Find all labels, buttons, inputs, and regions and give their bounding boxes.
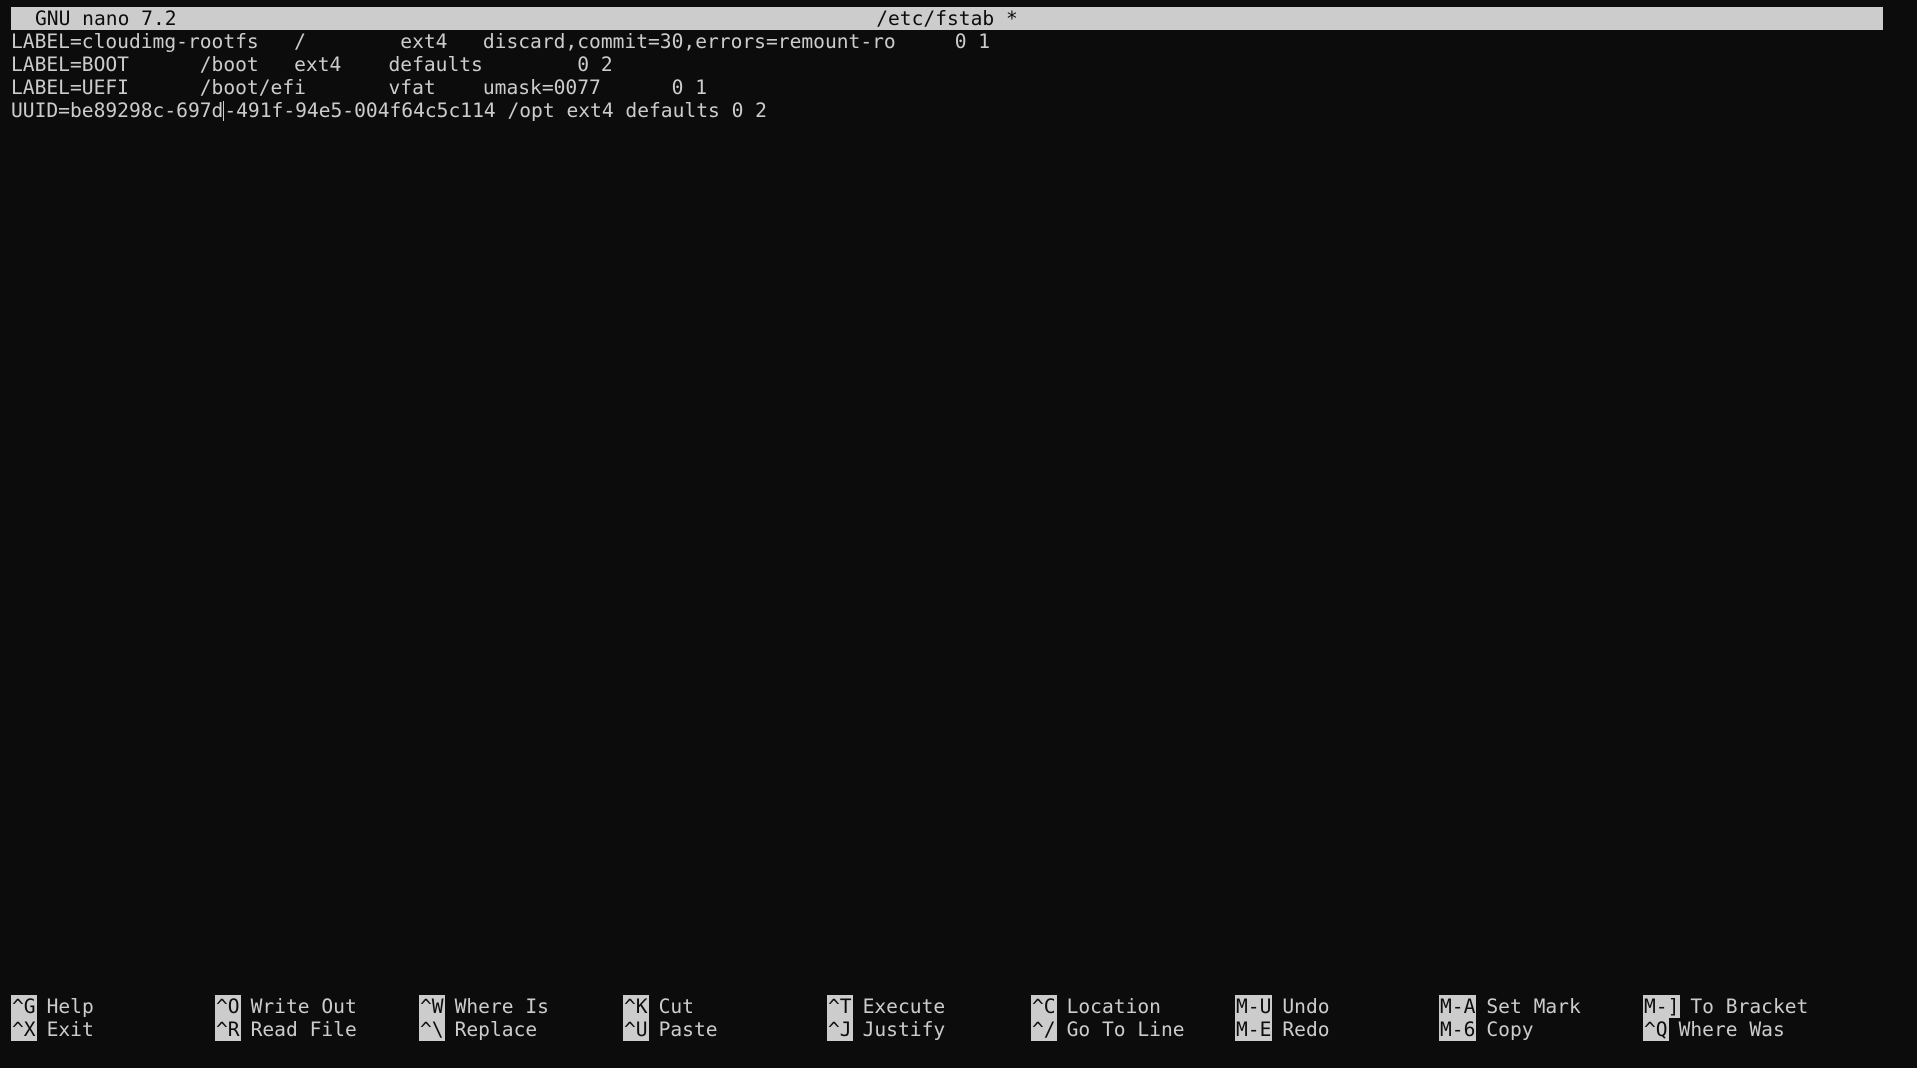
shortcut-key: ^K (623, 995, 649, 1018)
shortcut-go-to-line[interactable]: ^/ Go To Line (1031, 1018, 1185, 1041)
title-bar: GNU nano 7.2 /etc/fstab * (11, 7, 1883, 30)
shortcut-label: Undo (1282, 995, 1330, 1018)
editor-area[interactable]: LABEL=cloudimg-rootfs / ext4 discard,com… (11, 30, 1897, 978)
shortcut-where-is[interactable]: ^W Where Is (419, 995, 549, 1018)
shortcut-label: To Bracket (1690, 995, 1809, 1018)
shortcut-label: Exit (46, 1018, 94, 1041)
shortcut-label: Justify (862, 1018, 946, 1041)
shortcut-label: Redo (1282, 1018, 1330, 1041)
shortcut-label: Paste (658, 1018, 718, 1041)
line-text-before-cursor: UUID=be89298c-697d (11, 99, 224, 122)
shortcut-to-bracket[interactable]: M-] To Bracket (1643, 995, 1808, 1018)
shortcut-label: Location (1066, 995, 1161, 1018)
shortcut-label: Replace (454, 1018, 538, 1041)
shortcut-location[interactable]: ^C Location (1031, 995, 1161, 1018)
shortcut-set-mark[interactable]: M-A Set Mark (1439, 995, 1581, 1018)
shortcut-label: Copy (1486, 1018, 1534, 1041)
file-name: /etc/fstab * (876, 7, 1018, 30)
shortcut-write-out[interactable]: ^O Write Out (215, 995, 357, 1018)
shortcut-key: ^T (827, 995, 853, 1018)
shortcut-key: M-E (1235, 1018, 1273, 1041)
shortcut-undo[interactable]: M-U Undo (1235, 995, 1330, 1018)
shortcut-key: M-A (1439, 995, 1477, 1018)
shortcut-label: Help (46, 995, 94, 1018)
shortcut-key: ^O (215, 995, 241, 1018)
editor-line-current[interactable]: UUID=be89298c-697d-491f-94e5-004f64c5c11… (11, 99, 1897, 122)
editor-line[interactable]: LABEL=BOOT /boot ext4 defaults 0 2 (11, 53, 1897, 76)
shortcut-key: ^W (419, 995, 445, 1018)
editor-line[interactable]: LABEL=UEFI /boot/efi vfat umask=0077 0 1 (11, 76, 1897, 99)
editor-line[interactable]: LABEL=cloudimg-rootfs / ext4 discard,com… (11, 30, 1897, 53)
shortcut-justify[interactable]: ^J Justify (827, 1018, 945, 1041)
shortcut-key: ^J (827, 1018, 853, 1041)
shortcut-key: ^C (1031, 995, 1057, 1018)
shortcut-label: Go To Line (1066, 1018, 1185, 1041)
shortcut-where-was[interactable]: ^Q Where Was (1643, 1018, 1785, 1041)
shortcut-key: M-U (1235, 995, 1273, 1018)
shortcut-redo[interactable]: M-E Redo (1235, 1018, 1330, 1041)
shortcut-label: Execute (862, 995, 946, 1018)
shortcut-key: ^U (623, 1018, 649, 1041)
shortcut-key: M-] (1643, 995, 1681, 1018)
shortcut-key: ^X (11, 1018, 37, 1041)
shortcut-exit[interactable]: ^X Exit (11, 1018, 94, 1041)
shortcut-execute[interactable]: ^T Execute (827, 995, 945, 1018)
shortcut-help[interactable]: ^G Help (11, 995, 94, 1018)
shortcut-label: Read File (250, 1018, 357, 1041)
shortcut-paste[interactable]: ^U Paste (623, 1018, 718, 1041)
shortcut-key: ^\ (419, 1018, 445, 1041)
shortcut-replace[interactable]: ^\ Replace (419, 1018, 537, 1041)
shortcut-read-file[interactable]: ^R Read File (215, 1018, 357, 1041)
shortcut-key: ^R (215, 1018, 241, 1041)
shortcut-copy[interactable]: M-6 Copy (1439, 1018, 1534, 1041)
shortcut-label: Write Out (250, 995, 357, 1018)
shortcut-label: Cut (658, 995, 694, 1018)
shortcut-label: Where Was (1678, 1018, 1785, 1041)
shortcut-key: ^/ (1031, 1018, 1057, 1041)
shortcut-label: Where Is (454, 995, 549, 1018)
shortcut-bar: ^G Help ^O Write Out ^W Where Is ^K Cut ^T Ex… (11, 995, 1911, 1041)
shortcut-key: ^G (11, 995, 37, 1018)
shortcut-key: ^Q (1643, 1018, 1669, 1041)
shortcut-key: M-6 (1439, 1018, 1477, 1041)
shortcut-cut[interactable]: ^K Cut (623, 995, 694, 1018)
shortcut-label: Set Mark (1486, 995, 1581, 1018)
line-text-after-cursor: -491f-94e5-004f64c5c114 /opt ext4 defaul… (224, 99, 767, 122)
